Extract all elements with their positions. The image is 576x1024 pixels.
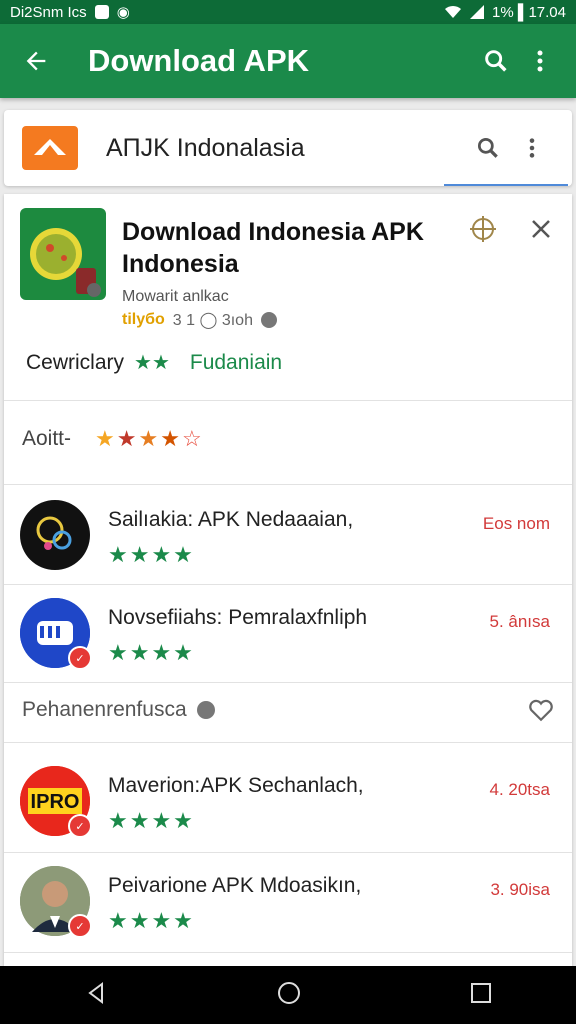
list-item-stars: ★★★★: [108, 640, 195, 665]
verified-badge-icon: ✓: [68, 646, 92, 670]
recents-nav-icon[interactable]: [470, 982, 492, 1009]
list-item-title: Sailıakia: APK Nedaaaian,: [108, 508, 354, 531]
list-item-meta: 5. ânısa: [489, 612, 551, 631]
status-bar: Di2Snm Ics ◉ 1% ▌17.04: [0, 0, 576, 24]
back-nav-icon[interactable]: [84, 981, 108, 1010]
app-header: Download Indonesia APK Indonesia Mowarit…: [20, 208, 560, 330]
info-icon: [196, 701, 215, 719]
app-meta-text: 3 1 ◯ 3ıoh: [172, 312, 253, 329]
category-value[interactable]: Fudaniain: [190, 351, 282, 375]
app-meta-highlight: tilyбo: [122, 311, 165, 328]
notification-icon: [94, 5, 109, 19]
more-vert-icon[interactable]: [518, 39, 562, 83]
avatar: ✓: [20, 866, 92, 938]
list-item-meta: Eos nom: [482, 514, 550, 533]
list-item-stars: ★★★★: [108, 808, 195, 833]
avatar: ✓: [20, 598, 92, 670]
verified-badge-icon: ✓: [68, 814, 92, 838]
rating-filter-row[interactable]: Aoitt- ★ ★ ★ ★ ☆: [22, 426, 202, 452]
section-title: Pehanenrenfusca: [22, 698, 187, 721]
app-icon[interactable]: [20, 208, 106, 300]
section-header: Pehanenrenfusca: [22, 698, 562, 722]
app-bar: Download APK: [0, 24, 576, 98]
status-left-text: Di2Snm Ics: [10, 3, 87, 21]
arrow-back-icon[interactable]: [14, 39, 58, 83]
list-item-title: Maverion:APK Sechanlach,: [108, 774, 364, 797]
divider: [4, 952, 572, 953]
list-item[interactable]: Sailıakia: APK Nedaaaian, ★★★★ Eos nom: [4, 486, 572, 584]
app-subtitle: Mowarit anlkac: [122, 288, 229, 305]
svg-text:IPRO: IPRO: [31, 791, 80, 813]
wifi-icon: [444, 5, 461, 18]
avatar: [20, 500, 90, 570]
app-meta: tilyбo 3 1 ◯ 3ıoh: [122, 310, 277, 330]
list-item-title: Novsefiiahs: Pemralaxfnliph: [108, 606, 368, 629]
app-title: Download Indonesia APK Indonesia: [122, 218, 424, 278]
notification-icon-2: ◉: [116, 4, 130, 21]
divider: [4, 400, 572, 401]
status-right-text: 1% ▌17.04: [491, 3, 566, 21]
search-card[interactable]: AПJK Indonalasia: [4, 110, 572, 186]
page-title: Download APK: [88, 43, 310, 78]
divider: [4, 682, 572, 683]
verified-badge-icon: ✓: [68, 914, 92, 938]
close-icon[interactable]: [530, 218, 552, 245]
list-item[interactable]: ✓ Novsefiiahs: Pemralaxfnliph ★★★★ 5. ân…: [4, 584, 572, 682]
list-item-title: Peivarione APK Mdoasikın,: [108, 874, 362, 897]
list-item-stars: ★★★★: [108, 908, 195, 933]
list-item-stars: ★★★★: [108, 542, 195, 567]
more-vert-icon[interactable]: [510, 126, 554, 170]
apk-logo-icon: [22, 126, 78, 170]
rating-stars[interactable]: ★ ★ ★ ★ ☆: [95, 426, 202, 452]
target-icon[interactable]: [468, 214, 498, 249]
info-icon: [260, 312, 277, 328]
results-panel: Download Indonesia APK Indonesia Mowarit…: [4, 194, 572, 966]
category-row[interactable]: Cewriclary ★★ Fudaniain: [26, 350, 282, 375]
focus-underline: [444, 184, 568, 186]
category-label: Cewriclary: [26, 350, 125, 374]
search-icon[interactable]: [466, 126, 510, 170]
heart-icon[interactable]: [528, 698, 554, 728]
list-item[interactable]: IPRO ✓ Maverion:APK Sechanlach, ★★★★ 4. …: [4, 752, 572, 850]
avatar: IPRO ✓: [20, 766, 92, 838]
home-nav-icon[interactable]: [276, 980, 302, 1011]
filter-label: Aoitt-: [22, 427, 72, 450]
category-stars: ★★: [134, 352, 170, 374]
list-item-meta: 4. 20tsa: [489, 780, 551, 799]
list-item-meta: 3. 90isa: [490, 880, 550, 899]
signal-icon: [469, 5, 484, 19]
navigation-bar: [0, 966, 576, 1024]
search-icon[interactable]: [474, 39, 518, 83]
list-item[interactable]: ✓ Peivarione APK Mdoasikın, ★★★★ 3. 90is…: [4, 852, 572, 950]
divider: [4, 742, 572, 743]
search-query[interactable]: AПJK Indonalasia: [106, 134, 466, 163]
divider: [4, 484, 572, 485]
